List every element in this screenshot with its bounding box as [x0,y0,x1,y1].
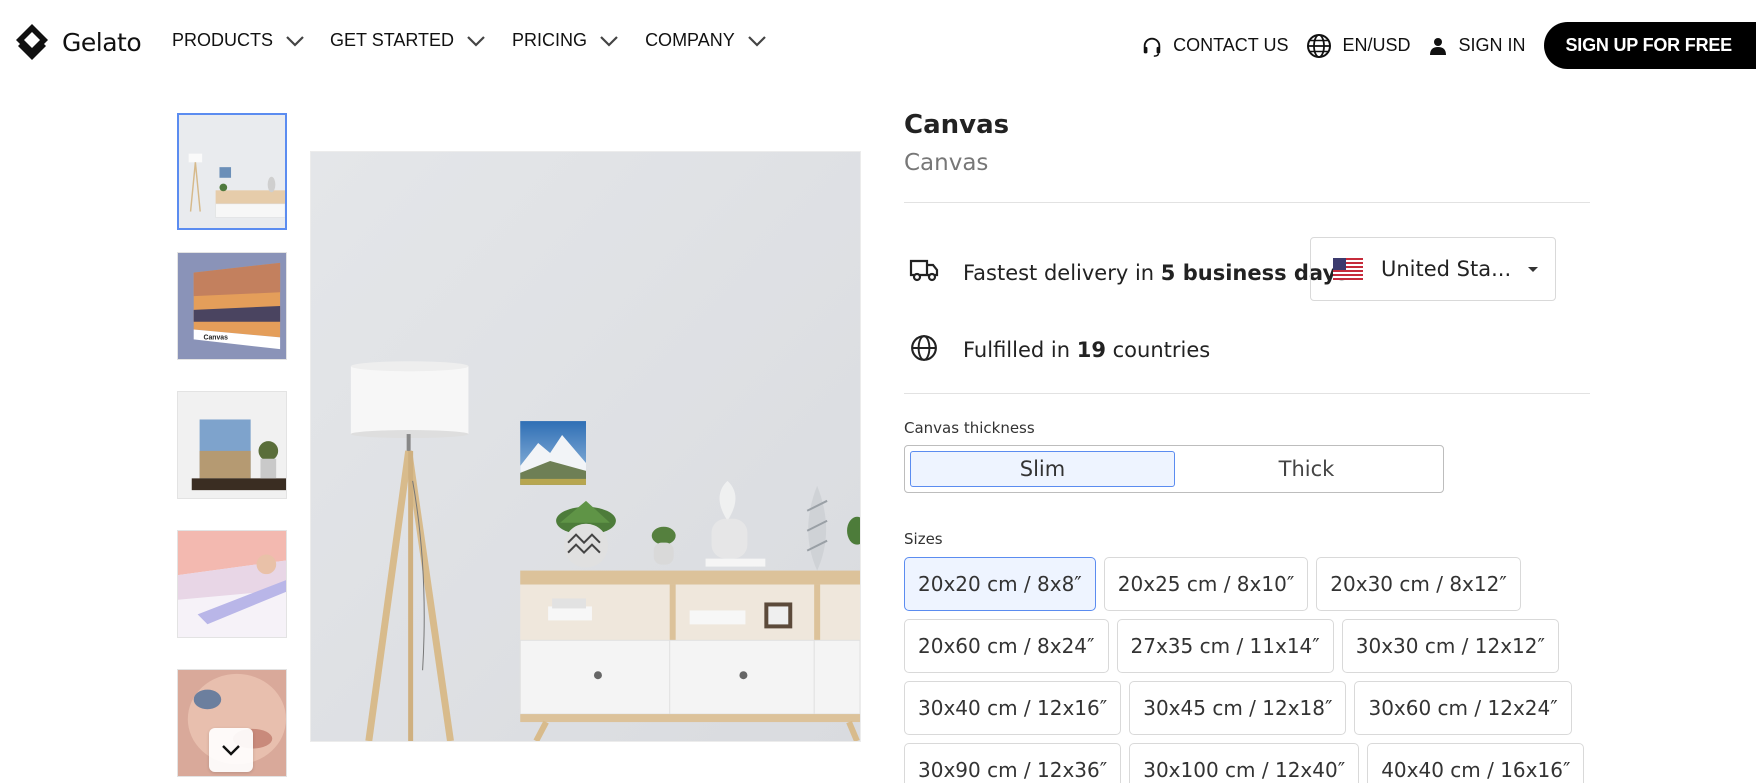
size-option[interactable]: 30x40 cm / 12x16″ [904,681,1122,735]
product-subtitle: Canvas [904,150,989,176]
contact-us-link[interactable]: CONTACT US [1141,35,1288,57]
room-scene-image [311,152,860,741]
delivery-prefix: Fastest delivery in [963,261,1161,285]
thumbnail-3[interactable] [177,391,287,499]
main-product-image[interactable] [310,151,861,742]
nav-get-started[interactable]: GET STARTED [330,30,486,51]
size-row: 30x90 cm / 12x36″ 30x100 cm / 12x40″ 40x… [904,743,1590,783]
sign-in-label: SIGN IN [1458,35,1526,55]
thumbnail-canvas-edge-image [178,531,286,637]
sign-in-link[interactable]: SIGN IN [1428,35,1526,56]
thumbnail-room-image [179,115,285,228]
chevron-down-icon [286,35,304,47]
nav-pricing[interactable]: PRICING [512,30,619,51]
thumbnail-canvas-sunset-image: Canvas [178,253,286,359]
us-flag-icon [1333,258,1363,280]
chevron-down-icon [747,35,766,47]
chevron-down-icon [467,35,485,47]
headset-icon [1143,37,1161,57]
thumbnail-list: Canvas [177,113,287,783]
size-row: 20x20 cm / 8x8″ 20x25 cm / 8x10″ 20x30 c… [904,557,1590,611]
delivery-row: Fastest delivery in 5 business days Unit… [904,237,1590,307]
size-row: 20x60 cm / 8x24″ 27x35 cm / 11x14″ 30x30… [904,619,1590,673]
size-option[interactable]: 30x90 cm / 12x36″ [904,743,1122,783]
thumbnail-4[interactable] [177,530,287,638]
thumbnail-1[interactable] [177,113,287,230]
country-value: United Sta... [1381,257,1512,281]
fulfilled-text: Fulfilled in 19 countries [963,338,1210,362]
divider [904,202,1590,203]
caret-down-icon [1528,267,1538,272]
fulfilled-prefix: Fulfilled in [963,338,1077,362]
truck-icon [909,259,939,282]
nav-products[interactable]: PRODUCTS [172,30,305,51]
nav-company[interactable]: COMPANY [645,30,767,51]
sizes-label: Sizes [904,530,943,548]
size-option[interactable]: 30x45 cm / 12x18″ [1129,681,1347,735]
size-row: 30x40 cm / 12x16″ 30x45 cm / 12x18″ 30x6… [904,681,1590,735]
delivery-text: Fastest delivery in 5 business days [963,261,1349,285]
thickness-option-thick[interactable]: Thick [1175,451,1438,487]
size-option[interactable]: 30x30 cm / 12x12″ [1341,619,1559,673]
sign-up-button[interactable]: SIGN UP FOR FREE [1543,22,1756,69]
thumbnail-shelf-image [178,392,286,498]
globe-icon [1307,33,1332,58]
size-option[interactable]: 20x20 cm / 8x8″ [904,557,1096,611]
size-option[interactable]: 30x60 cm / 12x24″ [1354,681,1572,735]
country-select[interactable]: United Sta... [1310,237,1556,301]
thumbnail-2[interactable]: Canvas [177,252,287,360]
nav-get-started-label: GET STARTED [330,30,455,50]
nav-pricing-label: PRICING [512,30,588,50]
globe-icon [911,335,937,361]
thumbnail-canvas-caption: Canvas [204,334,229,341]
user-icon [1430,37,1447,55]
size-option[interactable]: 20x30 cm / 8x12″ [1316,557,1521,611]
right-nav: CONTACT US EN/USD SIGN IN SIGN UP FOR FR… [1141,22,1756,69]
nav-company-label: COMPANY [645,30,735,50]
logo-text: Gelato [62,27,142,57]
size-option[interactable]: 30x100 cm / 12x40″ [1129,743,1360,783]
chevron-down-icon [222,745,240,756]
product-panel: Canvas Canvas Fastest delivery in 5 busi… [904,110,1590,783]
thickness-option-slim[interactable]: Slim [910,451,1175,487]
site-header: Gelato PRODUCTS GET STARTED PRICING COMP… [0,0,1756,88]
divider [904,393,1590,394]
thumbnail-scroll-down-button[interactable] [209,728,253,772]
size-option[interactable]: 20x25 cm / 8x10″ [1103,557,1309,611]
nav-products-label: PRODUCTS [172,30,274,50]
fulfilled-suffix: countries [1105,338,1211,362]
fulfilled-count: 19 [1076,338,1106,362]
logo[interactable]: Gelato [12,22,142,62]
product-title: Canvas [904,110,1010,140]
thickness-label: Canvas thickness [904,419,1035,437]
main-nav: PRODUCTS GET STARTED PRICING COMPANY [172,30,793,51]
chevron-down-icon [600,35,618,47]
size-option[interactable]: 40x40 cm / 16x16″ [1367,743,1585,783]
size-options: 20x20 cm / 8x8″ 20x25 cm / 8x10″ 20x30 c… [904,557,1590,783]
locale-selector[interactable]: EN/USD [1306,33,1410,59]
contact-us-label: CONTACT US [1173,35,1289,55]
size-option[interactable]: 20x60 cm / 8x24″ [904,619,1109,673]
gelato-logo-icon [16,24,48,60]
size-option[interactable]: 27x35 cm / 11x14″ [1116,619,1334,673]
locale-label: EN/USD [1342,35,1411,55]
thickness-toggle: Slim Thick [904,445,1444,493]
